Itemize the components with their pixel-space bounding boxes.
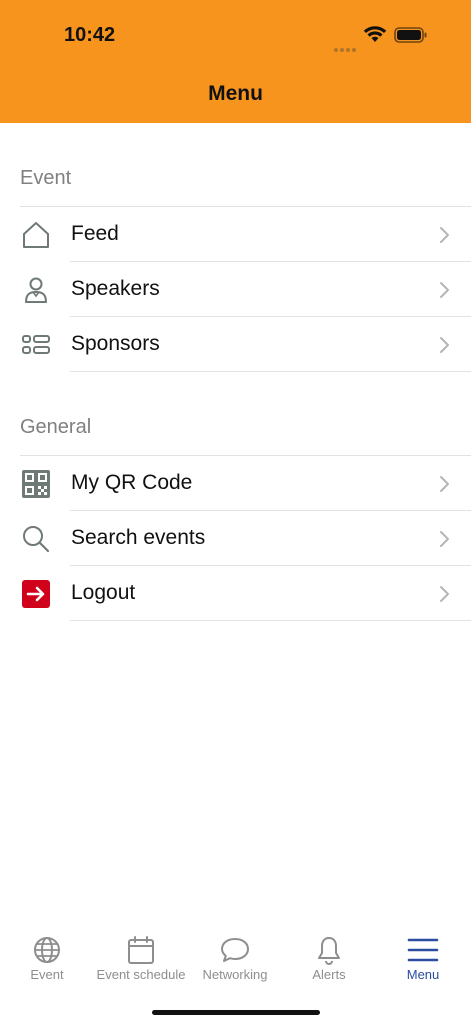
tab-menu[interactable]: Menu	[376, 920, 470, 1000]
tab-bar: Event Event schedule Networking Alerts M…	[0, 920, 471, 1024]
battery-icon	[394, 27, 427, 43]
menu-item-feed[interactable]: Feed	[0, 207, 471, 262]
section-title-event: Event	[20, 167, 72, 189]
chevron-right-icon	[440, 337, 449, 353]
tab-alerts[interactable]: Alerts	[282, 920, 376, 1000]
menu-item-label: Logout	[71, 581, 136, 604]
menu-item-label: Feed	[71, 222, 119, 245]
chevron-right-icon	[440, 282, 449, 298]
menu-item-logout[interactable]: Logout	[0, 566, 471, 621]
menu-item-speakers[interactable]: Speakers	[0, 262, 471, 317]
calendar-icon	[128, 936, 154, 964]
chevron-right-icon	[440, 531, 449, 547]
divider	[70, 371, 471, 372]
chevron-right-icon	[440, 227, 449, 243]
status-time: 10:42	[64, 24, 116, 46]
chevron-right-icon	[440, 586, 449, 602]
menu-item-label: My QR Code	[71, 471, 193, 494]
menu-item-search-events[interactable]: Search events	[0, 511, 471, 566]
sponsors-list-icon	[22, 335, 50, 354]
chevron-right-icon	[440, 476, 449, 492]
person-icon	[25, 277, 47, 303]
divider	[70, 620, 471, 621]
menu-item-label: Sponsors	[71, 332, 160, 355]
qr-code-icon	[22, 470, 50, 498]
bell-icon	[318, 937, 340, 965]
globe-icon	[34, 937, 60, 963]
tab-label: Menu	[406, 967, 440, 982]
wifi-icon	[363, 26, 387, 42]
section-title-general: General	[20, 416, 92, 438]
menu-item-sponsors[interactable]: Sponsors	[0, 317, 471, 372]
page-title: Menu	[208, 82, 263, 105]
cellular-signal-icon	[334, 39, 358, 52]
logout-icon	[22, 580, 50, 608]
menu-item-label: Search events	[71, 526, 206, 549]
tab-event-schedule[interactable]: Event schedule	[94, 920, 188, 1000]
tab-event[interactable]: Event	[0, 920, 94, 1000]
search-icon	[23, 526, 50, 553]
tab-networking[interactable]: Networking	[188, 920, 282, 1000]
home-icon	[23, 222, 49, 248]
hamburger-menu-icon	[407, 938, 439, 962]
home-indicator	[152, 1010, 320, 1015]
app-header: 10:42 Menu	[0, 0, 471, 123]
menu-item-label: Speakers	[71, 277, 160, 300]
chat-bubble-icon	[221, 938, 249, 962]
menu-item-my-qr-code[interactable]: My QR Code	[0, 456, 471, 511]
